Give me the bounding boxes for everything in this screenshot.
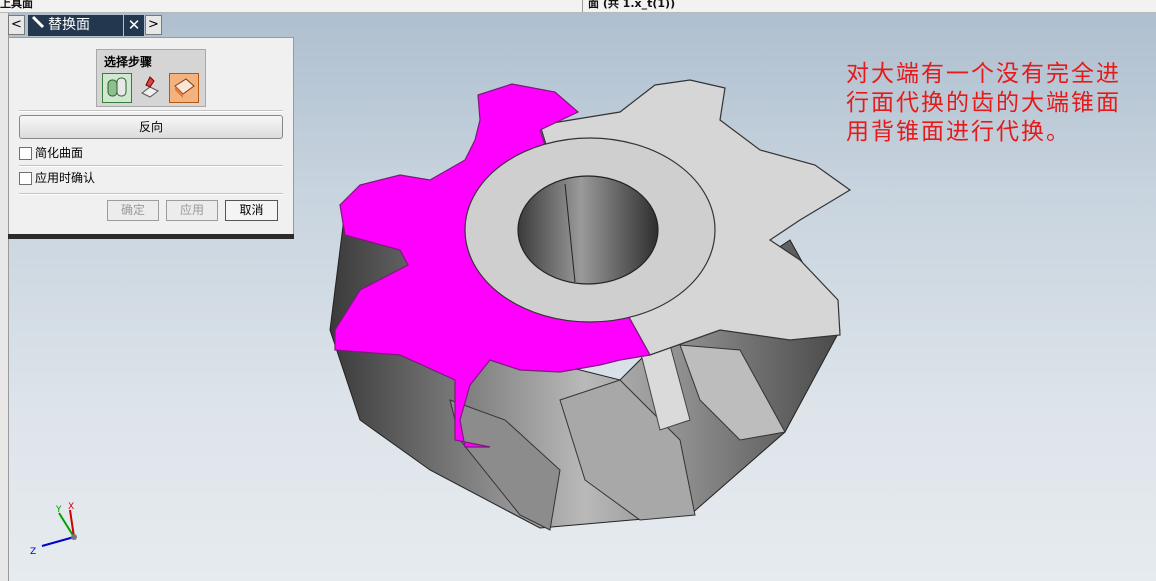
- confirm-on-apply-label: 应用时确认: [35, 171, 96, 185]
- simplify-surface-checkbox[interactable]: [19, 147, 32, 160]
- reverse-button[interactable]: 反向: [19, 115, 283, 139]
- selection-steps-label: 选择步骤: [104, 55, 153, 69]
- confirm-on-apply-row[interactable]: 应用时确认: [19, 170, 95, 186]
- dialog-next-button[interactable]: >: [145, 15, 162, 35]
- gear-model[interactable]: [300, 60, 860, 540]
- top-status-strip: 上具面 面 (共 1.x_t(1)): [0, 0, 1156, 13]
- dialog-title-tab[interactable]: 替换面: [28, 15, 123, 36]
- confirm-on-apply-checkbox[interactable]: [19, 172, 32, 185]
- dialog-bottom-edge: [8, 234, 294, 239]
- strip-divider: [582, 0, 583, 12]
- view-triad: Y X Z: [30, 502, 77, 557]
- ok-button[interactable]: 确定: [107, 200, 159, 221]
- dialog-divider: [19, 193, 283, 195]
- step-tool-face-icon[interactable]: [136, 73, 166, 103]
- part-name-text: 上具面: [0, 0, 33, 10]
- dialog-title: 替换面: [48, 17, 90, 33]
- step-target-face-icon[interactable]: [102, 73, 132, 103]
- apply-button[interactable]: 应用: [166, 200, 218, 221]
- dialog-prev-button[interactable]: <: [8, 15, 25, 35]
- face-count-text: 面 (共 1.x_t(1)): [588, 0, 676, 10]
- dialog-divider: [19, 110, 283, 112]
- dialog-divider: [19, 165, 283, 167]
- axis-y-label: Y: [55, 505, 62, 515]
- dialog-close-button[interactable]: ✕: [124, 15, 144, 36]
- axis-z-label: Z: [30, 547, 36, 557]
- simplify-surface-label: 简化曲面: [35, 146, 84, 160]
- replace-face-wand-icon: [31, 15, 48, 36]
- simplify-surface-row[interactable]: 简化曲面: [19, 145, 83, 161]
- dialog-tab-header: < 替换面 ✕ >: [8, 15, 162, 36]
- bore-hole: [517, 175, 659, 285]
- cancel-button[interactable]: 取消: [225, 200, 278, 221]
- step-reverse-face-icon[interactable]: [169, 73, 199, 103]
- axis-x-label: X: [68, 502, 74, 512]
- replace-face-dialog: 选择步骤 反向 简化曲面 应用时确认 确定 应用 取消: [8, 37, 294, 235]
- selection-steps-group: 选择步骤: [96, 49, 206, 107]
- annotation-text: 对大端有一个没有完全进行面代换的齿的大端锥面用背锥面进行代换。: [846, 61, 1121, 145]
